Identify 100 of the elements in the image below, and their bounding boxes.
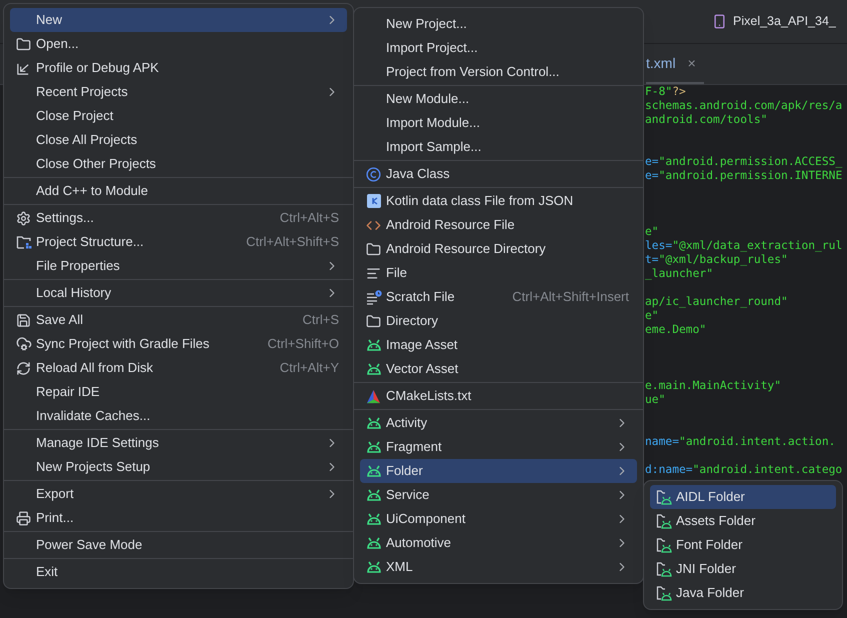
android-icon [366, 339, 382, 351]
menu-item[interactable]: Activity [360, 411, 637, 435]
shortcut-text: Ctrl+Alt+Shift+S [246, 233, 339, 252]
menu-label: Local History [36, 284, 112, 302]
code-line: les="@xml/data_extraction_rul [645, 239, 844, 253]
menu-label: Folder [386, 462, 423, 480]
menu-item[interactable]: Reload All from Disk Ctrl+Alt+Y [10, 356, 347, 380]
menu-item[interactable]: Print... [10, 506, 347, 530]
menu-item[interactable]: Directory [360, 309, 637, 333]
menu-item[interactable]: Import Project... [360, 36, 637, 60]
save-icon [16, 312, 31, 328]
menu-label: New Project... [386, 15, 467, 34]
menu-item[interactable]: XML [360, 555, 637, 579]
menu-label: Export [36, 485, 74, 504]
cloud-sync-icon [16, 336, 32, 352]
menu-label: Kotlin data class File from JSON [386, 192, 574, 210]
menu-item[interactable]: Profile or Debug APK [10, 56, 347, 80]
device-selector[interactable]: Pixel_3a_API_34_ [733, 12, 836, 31]
reload-icon [16, 360, 31, 376]
menu-item[interactable]: Settings... Ctrl+Alt+S [10, 206, 347, 230]
menu-item[interactable]: Image Asset [360, 333, 637, 357]
menu-label: Assets Folder [676, 512, 756, 530]
menu-item[interactable]: UiComponent [360, 507, 637, 531]
menu-item[interactable]: Close Project [10, 104, 347, 128]
menu-item[interactable]: Exit [10, 560, 347, 584]
menu-label: Reload All from Disk [36, 359, 154, 378]
menu-label: Recent Projects [36, 83, 128, 102]
shortcut-text: Ctrl+Alt+Y [280, 359, 339, 378]
menu-item[interactable]: Vector Asset [360, 357, 637, 381]
menu-label: Exit [36, 563, 58, 582]
menu-label: New Projects Setup [36, 458, 150, 476]
kotlin-file-icon [366, 193, 382, 209]
menu-item[interactable]: Export [10, 482, 347, 506]
android-icon [366, 441, 382, 453]
code-line: d:name="android.intent.catego [645, 463, 844, 477]
menu-item[interactable]: Power Save Mode [10, 533, 347, 557]
menu-label: Print... [36, 509, 74, 528]
menu-item[interactable]: Automotive [360, 531, 637, 555]
menu-item[interactable]: Service [360, 483, 637, 507]
menu-item[interactable]: Fragment [360, 435, 637, 459]
android-icon [366, 561, 382, 573]
menu-item[interactable]: New Project... [360, 12, 637, 36]
menu-label: Invalidate Caches... [36, 407, 150, 426]
menu-item[interactable]: File [360, 261, 637, 285]
menu-label: Java Folder [676, 584, 744, 602]
menu-label: File Properties [36, 257, 120, 276]
settings-icon [16, 210, 31, 226]
menu-item[interactable]: Add C++ to Module [10, 179, 347, 203]
menu-item[interactable]: Font Folder [650, 533, 836, 557]
menu-item[interactable]: Project Structure... Ctrl+Alt+Shift+S [10, 230, 347, 254]
menu-item[interactable]: Kotlin data class File from JSON [360, 189, 637, 213]
menu-item[interactable]: New Projects Setup [10, 455, 347, 479]
menu-item[interactable]: Java Folder [650, 581, 836, 605]
device-icon [712, 14, 727, 29]
printer-icon [16, 510, 31, 526]
close-icon[interactable]: × [688, 52, 696, 74]
menu-item[interactable]: New Module... [360, 87, 637, 111]
menu-label: Repair IDE [36, 383, 100, 402]
menu-label: Image Asset [386, 336, 458, 354]
editor-tab[interactable]: t.xml × [646, 44, 704, 84]
menu-item[interactable]: Java Class [360, 162, 637, 186]
menu-item[interactable]: JNI Folder [650, 557, 836, 581]
menu-item[interactable]: Android Resource Directory [360, 237, 637, 261]
android-folder-icon [656, 561, 672, 577]
android-icon [366, 537, 382, 549]
menu-item[interactable]: Scratch File Ctrl+Alt+Shift+Insert [360, 285, 637, 309]
menu-item[interactable]: Project from Version Control... [360, 60, 637, 84]
folder-icon [366, 314, 381, 328]
menu-item[interactable]: Close Other Projects [10, 152, 347, 176]
menu-label: Scratch File [386, 288, 455, 306]
menu-item[interactable]: Sync Project with Gradle Files Ctrl+Shift+O [10, 332, 347, 356]
menu-label: New [36, 11, 62, 30]
android-folder-icon [656, 513, 672, 529]
menu-item[interactable]: Invalidate Caches... [10, 404, 347, 428]
menu-item[interactable]: Close All Projects [10, 128, 347, 152]
folder-icon [366, 242, 381, 256]
menu-item[interactable]: New [10, 8, 347, 32]
menu-item[interactable]: Local History [10, 281, 347, 305]
menu-item[interactable]: Import Sample... [360, 135, 637, 159]
menu-item[interactable]: Manage IDE Settings [10, 431, 347, 455]
menu-item[interactable]: Assets Folder [650, 509, 836, 533]
menu-item[interactable]: Import Module... [360, 111, 637, 135]
menu-item[interactable]: Repair IDE [10, 380, 347, 404]
menu-item[interactable]: Android Resource File [360, 213, 637, 237]
folder-icon [16, 36, 31, 52]
menu-item[interactable]: Save All Ctrl+S [10, 308, 347, 332]
menu-label: Directory [386, 312, 438, 330]
menu-label: Import Project... [386, 39, 478, 58]
menu-item[interactable]: CMakeLists.txt [360, 384, 637, 408]
menu-item[interactable]: Recent Projects [10, 80, 347, 104]
menu-label: Close Project [36, 107, 114, 126]
menu-label: Font Folder [676, 536, 742, 554]
menu-item[interactable]: AIDL Folder [650, 485, 836, 509]
menu-item[interactable]: Folder [360, 459, 637, 483]
menu-label: Import Sample... [386, 138, 482, 156]
menu-item[interactable]: Open... [10, 32, 347, 56]
android-icon [366, 417, 382, 429]
code-line: e" [645, 309, 660, 323]
code-line: android.com/tools" [645, 113, 768, 127]
menu-item[interactable]: File Properties [10, 254, 347, 278]
